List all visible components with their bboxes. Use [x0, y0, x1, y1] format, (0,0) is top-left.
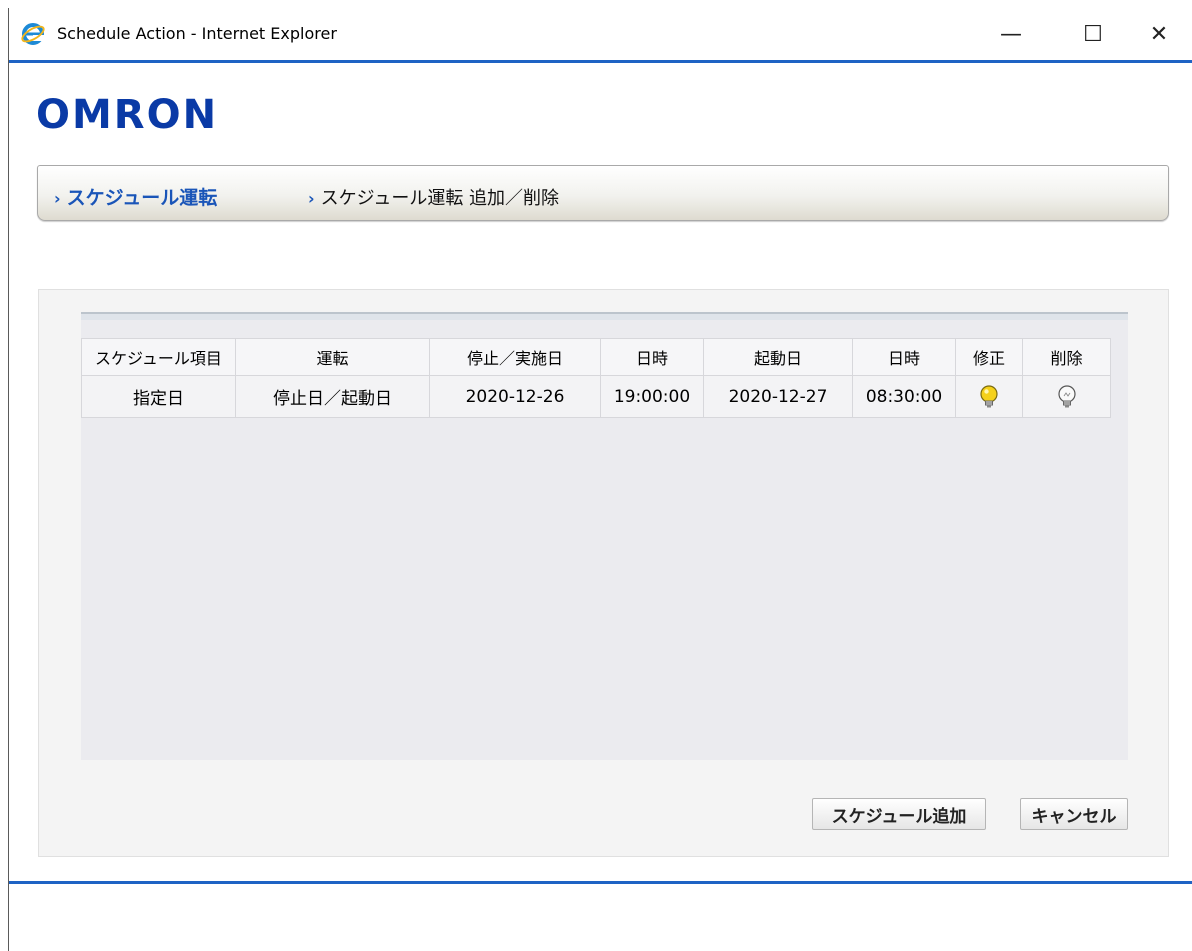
breadcrumb-label: スケジュール運転 追加／削除: [320, 188, 560, 209]
maximize-button[interactable]: ☐: [1063, 12, 1123, 56]
title-bar: Schedule Action - Internet Explorer — ☐ …: [9, 8, 1192, 60]
schedule-table: スケジュール項目 運転 停止／実施日 日時 起動日 日時 修正 削除 指定日 停…: [81, 338, 1111, 418]
cancel-button[interactable]: キャンセル: [1020, 798, 1128, 830]
header-divider: [9, 60, 1192, 63]
schedule-grid: スケジュール項目 運転 停止／実施日 日時 起動日 日時 修正 削除 指定日 停…: [81, 312, 1128, 760]
internet-explorer-icon: [21, 23, 45, 45]
window-left-border: [8, 8, 9, 951]
column-header-operation: 運転: [235, 338, 430, 376]
column-header-stop-time: 日時: [600, 338, 704, 376]
column-header-edit: 修正: [955, 338, 1023, 376]
table-row: 指定日 停止日／起動日 2020-12-26 19:00:00 2020-12-…: [81, 375, 1111, 418]
column-header-stop-date: 停止／実施日: [429, 338, 601, 376]
column-header-start-time: 日時: [852, 338, 956, 376]
cell-operation: 停止日／起動日: [235, 375, 430, 418]
close-button[interactable]: ✕: [1129, 12, 1189, 56]
add-schedule-button[interactable]: スケジュール追加: [812, 798, 986, 830]
grid-header-strip: [81, 312, 1128, 320]
breadcrumb-item-schedule[interactable]: › スケジュール運転: [54, 183, 217, 210]
chevron-right-icon: ›: [308, 189, 315, 208]
breadcrumb-bar: › スケジュール運転 › スケジュール運転 追加／削除: [37, 165, 1169, 221]
breadcrumb-item-add-delete: › スケジュール運転 追加／削除: [308, 184, 559, 210]
column-header-delete: 削除: [1022, 338, 1111, 376]
cell-stop-time: 19:00:00: [600, 375, 704, 418]
window-title: Schedule Action - Internet Explorer: [57, 24, 337, 43]
cell-delete: [1022, 375, 1111, 418]
minimize-button[interactable]: —: [981, 12, 1041, 56]
footer-divider: [9, 881, 1192, 884]
cell-start-time: 08:30:00: [852, 375, 956, 418]
cell-start-date: 2020-12-27: [703, 375, 853, 418]
cell-stop-date: 2020-12-26: [429, 375, 601, 418]
table-header-row: スケジュール項目 運転 停止／実施日 日時 起動日 日時 修正 削除: [81, 338, 1111, 376]
lightbulb-off-icon[interactable]: [1056, 384, 1078, 410]
cell-item: 指定日: [81, 375, 236, 418]
cell-edit: [955, 375, 1023, 418]
column-header-start-date: 起動日: [703, 338, 853, 376]
content-panel: スケジュール項目 運転 停止／実施日 日時 起動日 日時 修正 削除 指定日 停…: [38, 289, 1169, 857]
lightbulb-on-icon[interactable]: [978, 384, 1000, 410]
column-header-item: スケジュール項目: [81, 338, 236, 376]
breadcrumb-label: スケジュール運転: [66, 187, 218, 209]
omron-logo: OMRON: [36, 92, 219, 138]
chevron-right-icon: ›: [54, 189, 61, 208]
